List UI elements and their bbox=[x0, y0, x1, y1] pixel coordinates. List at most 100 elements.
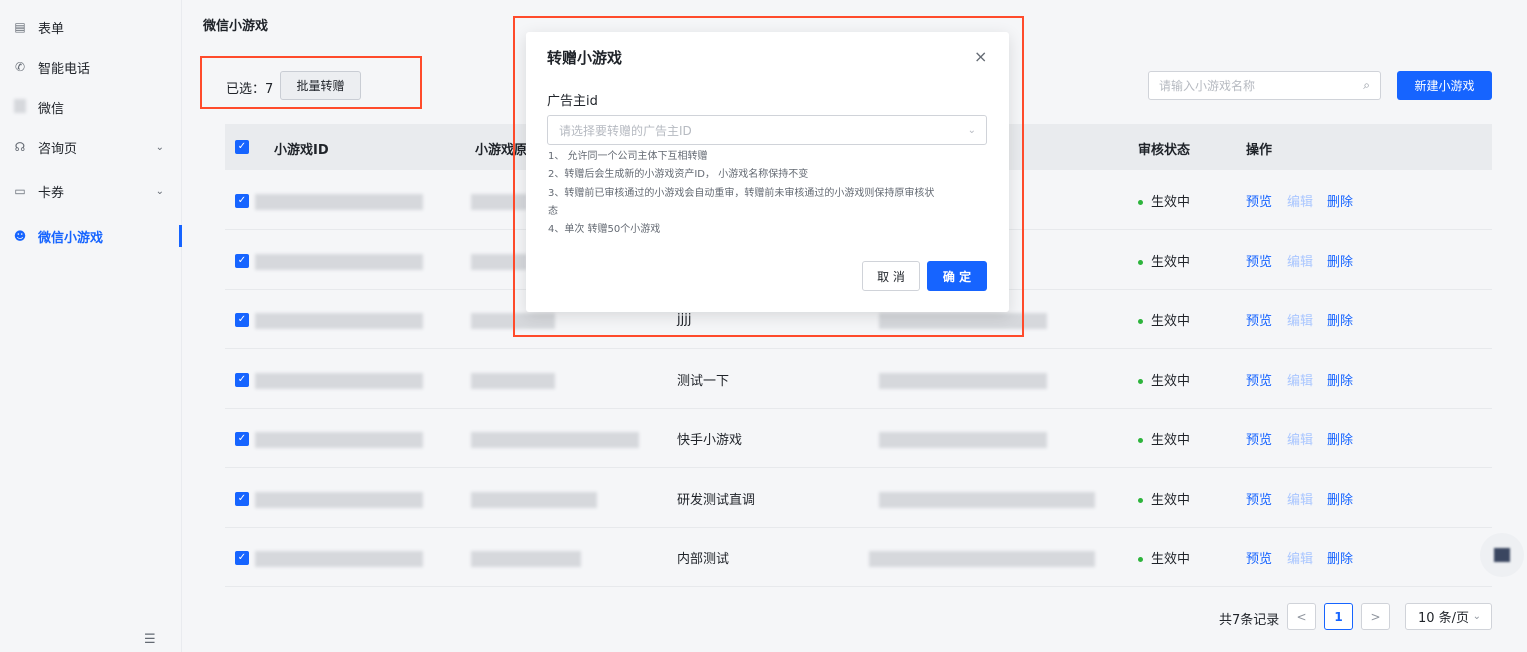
avatar bbox=[1494, 548, 1510, 562]
note-line: 1、 允许同一个公司主体下互相转赠 bbox=[548, 151, 708, 162]
game-name: 快手小游戏 bbox=[677, 433, 743, 448]
page-title: 微信小游戏 bbox=[203, 19, 269, 34]
modal-title: 转赠小游戏 bbox=[547, 49, 623, 67]
redacted-id bbox=[255, 313, 423, 329]
new-minigame-button[interactable]: 新建小游戏 bbox=[1397, 71, 1492, 100]
transfer-modal: 转赠小游戏 × 广告主id 请选择要转赠的广告主ID ⌄ 1、 允许同一个公司主… bbox=[526, 32, 1009, 312]
redacted-origin bbox=[471, 373, 555, 389]
sidebar-item-label: 卡券 bbox=[38, 185, 65, 201]
chevron-down-icon: ⌄ bbox=[1472, 611, 1481, 622]
sidebar-item-label: 智能电话 bbox=[38, 61, 91, 77]
sidebar-item-consult[interactable]: ☊ 咨询页 ⌄ bbox=[0, 130, 182, 164]
redacted-id bbox=[255, 551, 423, 567]
collapse-menu-icon[interactable]: ☰ bbox=[144, 632, 156, 647]
sidebar-item-label: 咨询页 bbox=[38, 141, 78, 157]
advertiser-id-select[interactable]: 请选择要转赠的广告主ID ⌄ bbox=[547, 115, 987, 145]
redacted-field bbox=[879, 373, 1047, 389]
annotation-box bbox=[200, 56, 422, 109]
preview-link[interactable]: 预览 bbox=[1246, 191, 1272, 210]
row-checkbox[interactable]: ✓ bbox=[235, 492, 249, 506]
note-line: 3、转赠前已审核通过的小游戏会自动重审，转赠前未审核通过的小游戏则保持原审核状 bbox=[548, 188, 935, 199]
delete-link[interactable]: 删除 bbox=[1327, 429, 1353, 448]
delete-link[interactable]: 删除 bbox=[1327, 548, 1353, 567]
confirm-button[interactable]: 确 定 bbox=[927, 261, 987, 291]
status-badge: 生效中 bbox=[1138, 370, 1190, 389]
preview-link[interactable]: 预览 bbox=[1246, 548, 1272, 567]
cancel-button[interactable]: 取 消 bbox=[862, 261, 920, 291]
page-1-button[interactable]: 1 bbox=[1324, 603, 1353, 630]
row-checkbox[interactable]: ✓ bbox=[235, 254, 249, 268]
sidebar-item-label: 微信小游戏 bbox=[38, 230, 104, 246]
form-icon: ▤ bbox=[14, 20, 26, 34]
header-status: 审核状态 bbox=[1138, 143, 1191, 158]
select-all-checkbox[interactable]: ✓ bbox=[235, 140, 249, 154]
prev-page-button[interactable]: < bbox=[1287, 603, 1316, 630]
page-size-select[interactable]: 10 条/页 ⌄ bbox=[1405, 603, 1492, 630]
redacted-origin bbox=[471, 551, 581, 567]
redacted-id bbox=[255, 254, 423, 270]
note-line: 态 bbox=[548, 206, 558, 217]
coupon-icon: ▭ bbox=[14, 184, 26, 198]
row-checkbox[interactable]: ✓ bbox=[235, 551, 249, 565]
edit-link[interactable]: 编辑 bbox=[1287, 429, 1313, 448]
preview-link[interactable]: 预览 bbox=[1246, 251, 1272, 270]
game-name: 内部测试 bbox=[677, 552, 730, 567]
table-row: ✓ 内部测试 生效中 预览 编辑 删除 bbox=[225, 528, 1492, 587]
table-row: ✓ 测试一下 生效中 预览 编辑 删除 bbox=[225, 350, 1492, 409]
search-box: ⌕ bbox=[1148, 71, 1381, 100]
game-name: 测试一下 bbox=[677, 374, 730, 389]
sidebar-item-phone[interactable]: ✆ 智能电话 bbox=[0, 50, 182, 84]
preview-link[interactable]: 预览 bbox=[1246, 310, 1272, 329]
sidebar-item-coupon[interactable]: ▭ 卡券 ⌄ bbox=[0, 174, 182, 208]
chevron-down-icon: ⌄ bbox=[967, 124, 976, 136]
row-checkbox[interactable]: ✓ bbox=[235, 194, 249, 208]
preview-link[interactable]: 预览 bbox=[1246, 429, 1272, 448]
phone-icon: ✆ bbox=[14, 60, 26, 74]
game-icon: ☻ bbox=[13, 229, 27, 243]
floating-help-button[interactable] bbox=[1480, 533, 1524, 577]
preview-link[interactable]: 预览 bbox=[1246, 489, 1272, 508]
delete-link[interactable]: 删除 bbox=[1327, 191, 1353, 210]
sidebar-item-wechat[interactable]: 微信 bbox=[0, 90, 182, 124]
row-checkbox[interactable]: ✓ bbox=[235, 313, 249, 327]
redacted-field bbox=[879, 432, 1047, 448]
status-badge: 生效中 bbox=[1138, 191, 1190, 210]
redacted-id bbox=[255, 492, 423, 508]
row-checkbox[interactable]: ✓ bbox=[235, 373, 249, 387]
redacted-field bbox=[869, 551, 1095, 567]
advertiser-id-label: 广告主id bbox=[547, 94, 598, 109]
sidebar: ▤ 表单 ✆ 智能电话 微信 ☊ 咨询页 ⌄ ▭ 卡券 ⌄ ☻ 微信小游戏 ☰ bbox=[0, 0, 182, 652]
search-icon[interactable]: ⌕ bbox=[1363, 78, 1370, 93]
sidebar-item-label: 微信 bbox=[38, 101, 65, 117]
delete-link[interactable]: 删除 bbox=[1327, 251, 1353, 270]
chevron-down-icon: ⌄ bbox=[155, 141, 164, 153]
edit-link[interactable]: 编辑 bbox=[1287, 191, 1313, 210]
total-records: 共7条记录 bbox=[1219, 613, 1280, 628]
edit-link[interactable]: 编辑 bbox=[1287, 370, 1313, 389]
preview-link[interactable]: 预览 bbox=[1246, 370, 1272, 389]
redacted-field bbox=[879, 492, 1095, 508]
next-page-button[interactable]: > bbox=[1361, 603, 1390, 630]
delete-link[interactable]: 删除 bbox=[1327, 370, 1353, 389]
edit-link[interactable]: 编辑 bbox=[1287, 310, 1313, 329]
redacted-id bbox=[255, 194, 423, 210]
table-row: ✓ 快手小游戏 生效中 预览 编辑 删除 bbox=[225, 409, 1492, 468]
delete-link[interactable]: 删除 bbox=[1327, 489, 1353, 508]
status-badge: 生效中 bbox=[1138, 489, 1190, 508]
sidebar-item-form[interactable]: ▤ 表单 bbox=[0, 10, 182, 44]
table-row: ✓ 研发测试直调 生效中 预览 编辑 删除 bbox=[225, 469, 1492, 528]
search-input[interactable] bbox=[1159, 78, 1364, 93]
redacted-origin bbox=[471, 492, 597, 508]
status-badge: 生效中 bbox=[1138, 548, 1190, 567]
edit-link[interactable]: 编辑 bbox=[1287, 251, 1313, 270]
delete-link[interactable]: 删除 bbox=[1327, 310, 1353, 329]
close-icon[interactable]: × bbox=[974, 47, 987, 66]
edit-link[interactable]: 编辑 bbox=[1287, 548, 1313, 567]
header-ops: 操作 bbox=[1246, 143, 1273, 158]
row-checkbox[interactable]: ✓ bbox=[235, 432, 249, 446]
status-badge: 生效中 bbox=[1138, 251, 1190, 270]
edit-link[interactable]: 编辑 bbox=[1287, 489, 1313, 508]
header-id: 小游戏ID bbox=[274, 143, 329, 158]
redacted-origin bbox=[471, 432, 639, 448]
sidebar-item-minigame[interactable]: ☻ 微信小游戏 bbox=[0, 219, 182, 253]
